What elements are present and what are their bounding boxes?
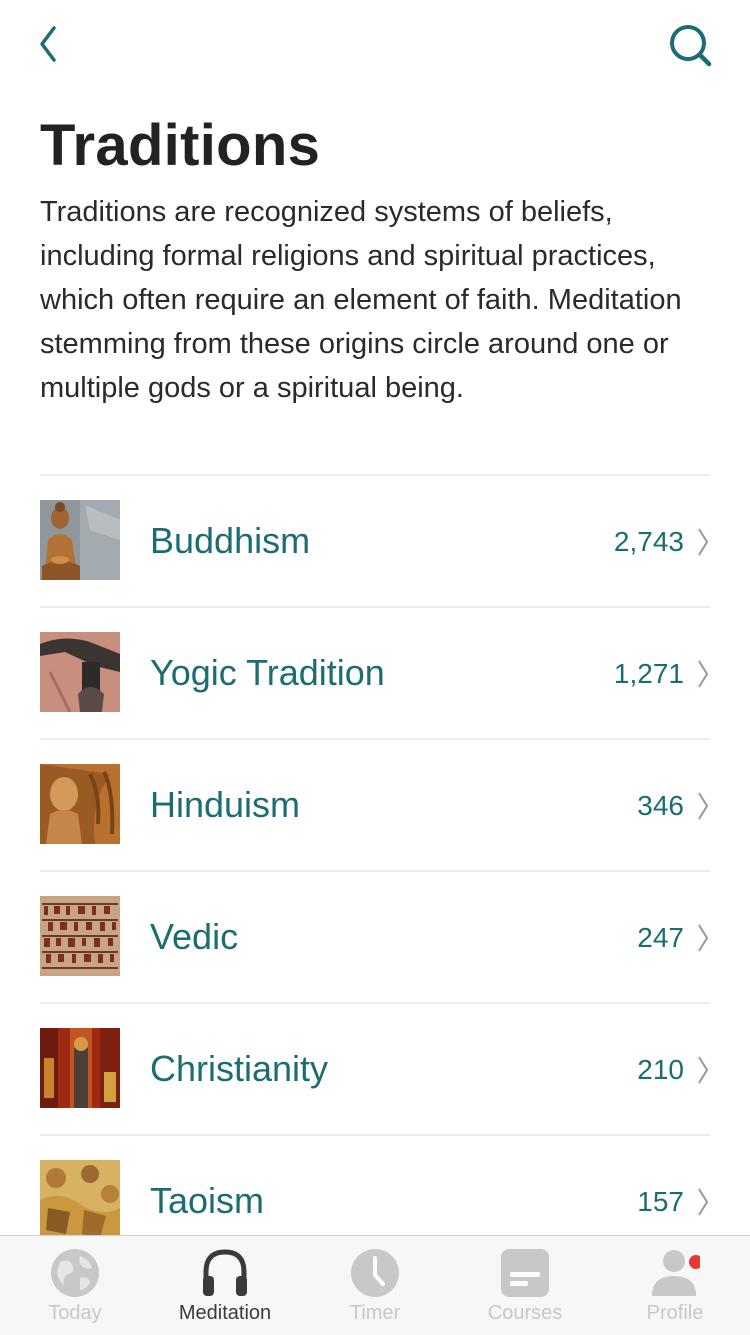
buddha-statue-thumbnail <box>40 500 120 580</box>
chevron-right-icon <box>698 924 709 952</box>
back-button[interactable] <box>30 22 70 66</box>
tab-label: Courses <box>487 1302 563 1324</box>
traditions-list: Buddhism 2,743 Yogic Tradition 1,271 Hin… <box>40 474 710 1266</box>
tradition-label: Taoism <box>150 1180 265 1221</box>
tradition-count: 157 <box>637 1186 684 1217</box>
tab-label: Today <box>48 1302 102 1324</box>
tab-label: Meditation <box>178 1302 272 1324</box>
tradition-label: Christianity <box>150 1048 329 1089</box>
chevron-right-icon <box>698 528 709 556</box>
profile-icon <box>652 1250 700 1296</box>
tradition-label: Vedic <box>150 916 239 957</box>
tradition-row-christianity[interactable]: Christianity 210 <box>40 1002 710 1134</box>
christian-painting-thumbnail <box>40 1028 120 1108</box>
tradition-label: Yogic Tradition <box>150 652 385 693</box>
search-icon <box>670 25 712 67</box>
tradition-count: 346 <box>637 790 684 821</box>
page-title: Traditions <box>40 113 321 178</box>
courses-icon <box>501 1249 549 1297</box>
tradition-count: 210 <box>637 1054 684 1085</box>
tradition-row-vedic[interactable]: Vedic 247 <box>40 870 710 1002</box>
tab-profile[interactable]: Profile <box>600 1236 750 1335</box>
yoga-pose-thumbnail <box>40 632 120 712</box>
tradition-row-buddhism[interactable]: Buddhism 2,743 <box>40 474 710 606</box>
bottom-tab-bar: Today Meditation Timer Courses Profile <box>0 1235 750 1335</box>
chevron-right-icon <box>698 660 709 688</box>
chevron-right-icon <box>698 792 709 820</box>
chevron-right-icon <box>698 1056 709 1084</box>
tradition-count: 2,743 <box>613 526 684 557</box>
hindu-carving-thumbnail <box>40 764 120 844</box>
search-button[interactable] <box>664 22 716 70</box>
tradition-count: 1,271 <box>613 658 684 689</box>
clock-icon <box>351 1249 399 1297</box>
top-bar <box>0 0 750 90</box>
tab-timer[interactable]: Timer <box>300 1236 450 1335</box>
globe-icon <box>51 1249 99 1297</box>
notification-badge <box>689 1255 700 1269</box>
tradition-label: Buddhism <box>150 520 311 561</box>
chevron-left-icon <box>40 26 56 62</box>
chevron-right-icon <box>698 1188 709 1216</box>
tradition-label: Hinduism <box>150 784 301 825</box>
tradition-row-hinduism[interactable]: Hinduism 346 <box>40 738 710 870</box>
headphones-icon <box>203 1249 247 1296</box>
sanskrit-script-thumbnail <box>40 896 120 976</box>
taoist-art-thumbnail <box>40 1160 120 1240</box>
page-description: Traditions are recognized systems of bel… <box>40 196 682 404</box>
tradition-count: 247 <box>637 922 684 953</box>
tab-today[interactable]: Today <box>0 1236 150 1335</box>
tradition-row-yogic-tradition[interactable]: Yogic Tradition 1,271 <box>40 606 710 738</box>
tab-meditation[interactable]: Meditation <box>150 1236 300 1335</box>
tab-label: Timer <box>349 1302 401 1324</box>
tab-courses[interactable]: Courses <box>450 1236 600 1335</box>
tab-label: Profile <box>646 1302 704 1324</box>
